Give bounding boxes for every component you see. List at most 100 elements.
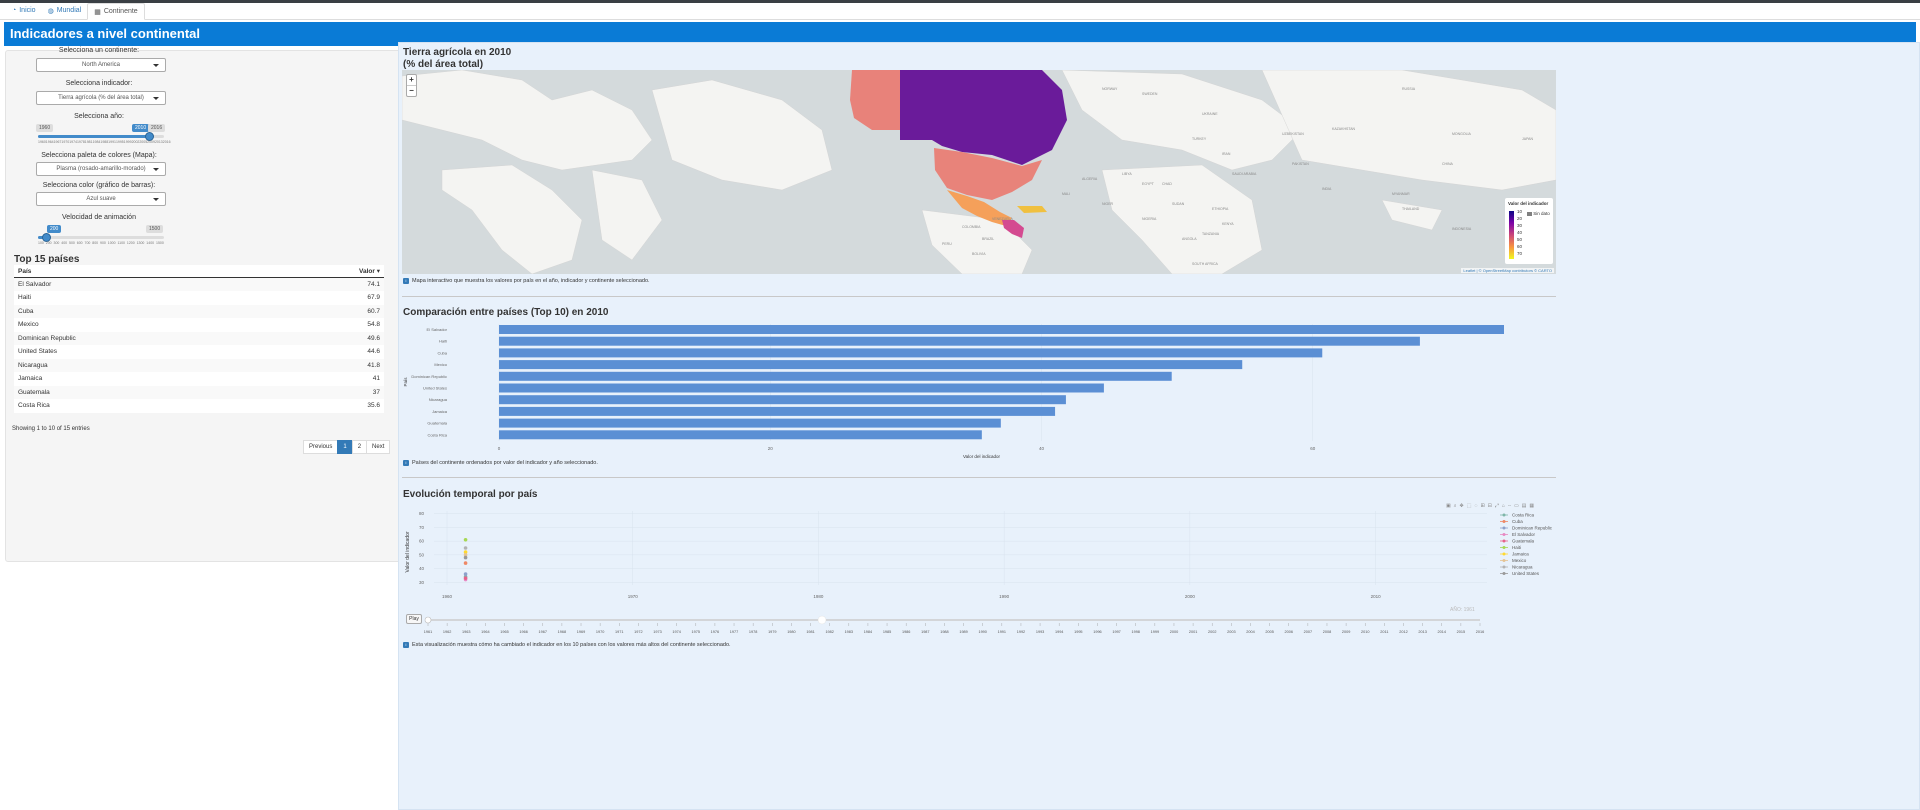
bar[interactable] [499,383,1104,393]
frame-tick-label: 2001 [1189,630,1197,634]
year-slider[interactable] [38,132,164,141]
page-2-button[interactable]: 2 [351,440,368,454]
slider-tick-label: 1960 [38,140,46,144]
legend-marker [1502,552,1506,556]
legend-nodata: Sin dato [1527,211,1550,216]
divider [402,296,1556,297]
palette-select[interactable]: Plasma (rosado-amarillo-morado) [36,162,166,176]
table-row[interactable]: El Salvador 74.1 [14,277,384,291]
map-attribution[interactable]: Leaflet | © OpenStreetMap contributors ©… [1461,268,1554,273]
frame-tick-label: 1999 [1151,630,1159,634]
slider-tick-label: 600 [76,241,83,245]
legend-marker [1502,565,1506,569]
continent-select[interactable]: North America [36,58,166,72]
frame-tick-label: 1990 [978,630,986,634]
country-cell: Costa Rica [14,399,271,413]
speed-slider[interactable] [38,233,164,242]
frame-tick-label: 1992 [1017,630,1025,634]
frame-tick-label: 1970 [596,630,604,634]
bar[interactable] [499,395,1066,405]
x-tick-label: 2000 [1185,594,1196,599]
legend-label[interactable]: Jamaica [1512,552,1529,557]
y-tick-label: Jamaica [432,409,448,414]
table-row[interactable]: Nicaragua 41.8 [14,358,384,372]
legend-label[interactable]: Cuba [1512,519,1523,524]
table-row[interactable]: Cuba 60.7 [14,304,384,318]
y-tick-label: Mexico [434,362,447,367]
bar[interactable] [499,418,1001,428]
bar[interactable] [499,360,1243,370]
bar[interactable] [499,325,1504,334]
table-row[interactable]: United States 44.6 [14,345,384,359]
y-tick-label: United States [423,386,447,391]
col-value-header[interactable]: Valor ▾ [270,265,384,278]
x-tick-label: 1970 [628,594,639,599]
slider-tick-label: 1978 [76,140,85,144]
zoom-in-button[interactable]: + [407,75,416,86]
legend-label[interactable]: Haiti [1512,545,1521,550]
frame-slider-handle[interactable] [424,616,432,624]
tab-mundial[interactable]: ◍ Mundial [42,3,88,20]
slider-tick-label: 1991 [108,140,116,144]
slider-tick-label: 1974 [69,140,77,144]
x-tick-label: 2010 [1371,594,1382,599]
divider [402,477,1556,478]
col-country-header[interactable]: País [14,265,271,278]
frame-tick-label: 2009 [1342,630,1350,634]
map-title: Tierra agrícola en 2010 (% del área tota… [403,47,511,71]
data-point[interactable] [463,572,468,576]
legend-label[interactable]: Costa Rica [1512,513,1535,518]
legend-label[interactable]: Guatemala [1512,539,1535,544]
frame-tick-label: 1974 [672,630,680,634]
legend-title: Valor del indicador [1508,201,1549,206]
value-cell: 44.6 [270,345,384,359]
data-point[interactable] [463,576,468,580]
legend-label[interactable]: Nicaragua [1512,565,1533,570]
frame-slider[interactable]: 1961 1962 1963 1964 1965 1966 1967 1968 1969 1970… [402,614,1492,638]
table-row[interactable]: Dominican Republic 49.6 [14,331,384,345]
indicator-select[interactable]: Tierra agrícola (% del área total) [36,91,166,105]
slider-tick-label: 2013 [154,140,163,144]
map-country-label: INDIA [1322,187,1332,191]
table-row[interactable]: Haiti 67.9 [14,291,384,305]
frame-tick-label: 2010 [1361,630,1369,634]
legend-label[interactable]: Dominican Republic [1512,526,1553,531]
bar[interactable] [499,348,1323,358]
table-row[interactable]: Guatemala 37 [14,385,384,399]
bar[interactable] [499,430,982,440]
data-point[interactable] [463,561,468,565]
table-row[interactable]: Jamaica 41 [14,372,384,386]
frame-tick-label: 2015 [1457,630,1465,634]
table-row[interactable]: Costa Rica 35.6 [14,399,384,413]
frame-tick-label: 2002 [1208,630,1216,634]
col-country-label: País [18,267,32,275]
tab-inicio-label: Inicio [19,7,36,14]
legend-label[interactable]: El Salvador [1512,532,1536,537]
frame-tick-label: 1971 [615,630,623,634]
prev-page-button[interactable]: Previous [303,440,339,454]
value-cell: 67.9 [270,291,384,305]
data-point[interactable] [463,537,468,542]
next-page-button[interactable]: Next [366,440,391,454]
slider-tick-label: 400 [61,241,68,245]
value-cell: 54.8 [270,318,384,332]
data-point[interactable] [463,555,468,560]
slider-tick-label: 1400 [146,241,155,245]
bar[interactable] [499,371,1172,381]
data-point[interactable] [463,546,468,550]
barcolor-select[interactable]: Azul suave [36,192,166,206]
tab-continente[interactable]: ▦ Continente [87,3,145,20]
legend-label[interactable]: United States [1512,571,1540,576]
zoom-out-button[interactable]: − [407,86,416,96]
tab-inicio[interactable]: ◔ Inicio [6,3,42,20]
value-cell: 41 [270,372,384,386]
bar[interactable] [499,336,1420,346]
page-1-button[interactable]: 1 [337,440,353,454]
legend-label[interactable]: Mexico [1512,558,1527,563]
slider-tick-label: 1300 [136,241,145,245]
map-country-label: SWEDEN [1142,92,1158,96]
bar[interactable] [499,406,1056,416]
choropleth-map[interactable]: RUSSIA KAZAKHSTAN MONGOLIA CHINA INDIA IRAN TU… [402,70,1556,274]
frame-tick-label: 1965 [500,630,508,634]
table-row[interactable]: Mexico 54.8 [14,318,384,332]
